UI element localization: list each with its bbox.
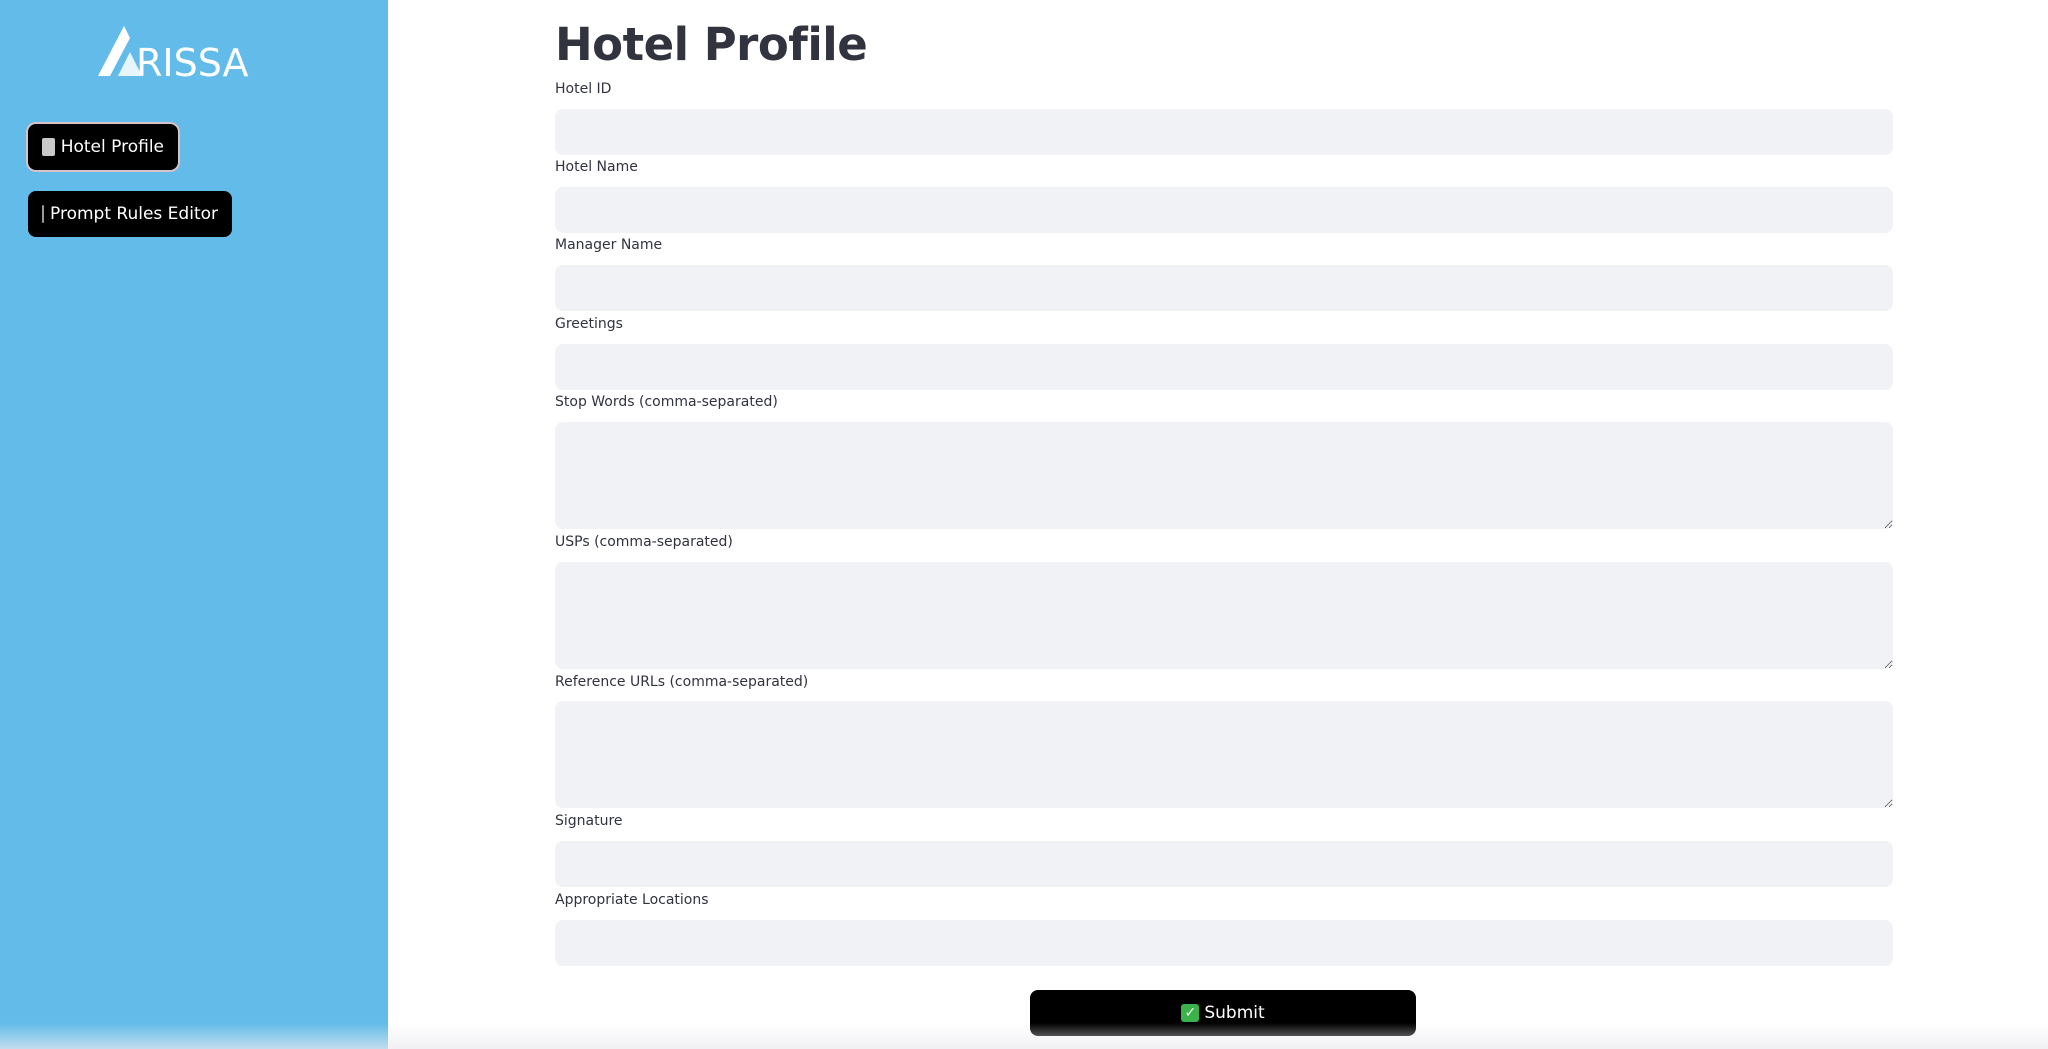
- usps-label: USPs (comma-separated): [555, 534, 733, 550]
- stop-words-label: Stop Words (comma-separated): [555, 394, 778, 410]
- stop-words-textarea[interactable]: [555, 422, 1893, 529]
- signature-label: Signature: [555, 813, 623, 829]
- appropriate-locations-label: Appropriate Locations: [555, 892, 709, 908]
- greetings-input[interactable]: [555, 344, 1893, 390]
- hotel-name-label: Hotel Name: [555, 159, 638, 175]
- sidebar-item-label: Hotel Profile: [60, 137, 164, 157]
- arissa-logo: RISSA: [98, 26, 249, 80]
- check-icon: ✓: [1181, 1004, 1200, 1022]
- reference-urls-textarea[interactable]: [555, 701, 1893, 808]
- hotel-id-label: Hotel ID: [555, 81, 612, 97]
- sidebar: RISSA Hotel Profile Prompt Rules Editor: [0, 0, 388, 1049]
- appropriate-locations-input[interactable]: [555, 920, 1893, 966]
- sidebar-item-hotel-profile[interactable]: Hotel Profile: [28, 124, 178, 170]
- reference-urls-label: Reference URLs (comma-separated): [555, 674, 809, 690]
- memo-icon: [42, 205, 45, 223]
- submit-button[interactable]: ✓ Submit: [1030, 990, 1416, 1036]
- hotel-icon: [42, 138, 55, 156]
- hotel-id-input[interactable]: [555, 109, 1893, 155]
- greetings-label: Greetings: [555, 316, 623, 332]
- logo-text: RISSA: [136, 41, 249, 80]
- submit-button-label: Submit: [1204, 1003, 1265, 1023]
- page-title: Hotel Profile: [555, 18, 868, 71]
- sidebar-item-prompt-rules-editor[interactable]: Prompt Rules Editor: [28, 191, 232, 237]
- manager-name-input[interactable]: [555, 265, 1893, 311]
- manager-name-label: Manager Name: [555, 237, 663, 253]
- signature-input[interactable]: [555, 841, 1893, 887]
- app-window: RISSA Hotel Profile Prompt Rules Editor …: [0, 0, 2048, 1049]
- hotel-name-input[interactable]: [555, 187, 1893, 233]
- sidebar-item-label: Prompt Rules Editor: [50, 204, 218, 224]
- usps-textarea[interactable]: [555, 562, 1893, 669]
